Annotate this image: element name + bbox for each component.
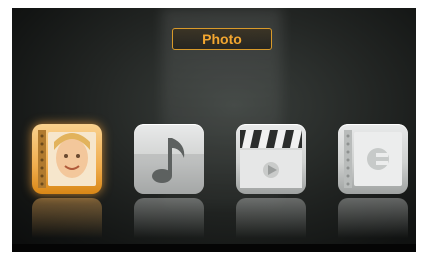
music-note-icon [134, 138, 204, 194]
menu-item-music[interactable] [134, 124, 204, 194]
ebook-icon [344, 130, 402, 188]
menu-item-photo[interactable] [32, 124, 102, 194]
menu-reflection-photo [32, 198, 102, 238]
clapperboard-icon [240, 130, 302, 188]
menu-reflection-ebook [338, 198, 408, 238]
page-title: Photo [172, 28, 272, 50]
photo-album-icon [38, 130, 96, 188]
photo-frame-screen: Photo [12, 8, 416, 252]
menu-item-movie[interactable] [236, 124, 306, 194]
menu-reflection-music [134, 198, 204, 238]
menu-reflection-movie [236, 198, 306, 238]
bottom-bar [12, 244, 416, 252]
menu-item-ebook[interactable] [338, 124, 408, 194]
